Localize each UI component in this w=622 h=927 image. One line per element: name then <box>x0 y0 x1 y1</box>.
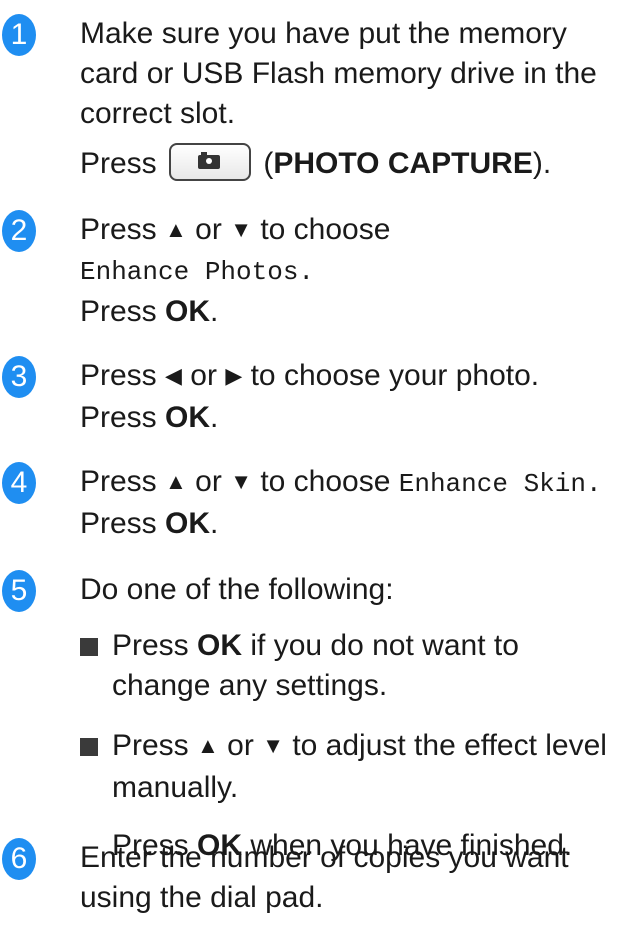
step-number-badge: 6 <box>2 838 36 880</box>
bullet-square-icon <box>80 638 98 656</box>
step-text-line: Press ▲ or ▼ to choose Enhance Skin. <box>80 462 616 504</box>
down-arrow-icon: ▼ <box>230 469 252 494</box>
step-text-line: card or USB Flash memory drive in the <box>80 57 597 90</box>
up-arrow-icon: ▲ <box>165 469 187 494</box>
camera-icon <box>198 152 221 170</box>
or-word: or <box>195 465 222 498</box>
step-number-badge: 4 <box>2 462 36 504</box>
bullet-line: change any settings. <box>112 669 388 702</box>
press-word: Press <box>112 629 189 662</box>
step-text-line: Enter the number of copies you want <box>80 841 569 874</box>
bullet-item: Press OK if you do not want to change an… <box>80 626 616 706</box>
or-word: or <box>195 213 222 246</box>
left-arrow-icon: ◀ <box>165 363 182 388</box>
press-photo-capture-line: Press (PHOTO CAPTURE). <box>80 143 616 184</box>
step-number-badge: 1 <box>2 14 36 56</box>
choose-text: to choose your photo. <box>250 359 540 392</box>
press-ok-line: Press OK. <box>80 295 219 328</box>
down-arrow-icon: ▼ <box>230 217 252 242</box>
bullet-text: to adjust the effect level <box>292 729 607 762</box>
choose-text: to choose <box>260 213 391 246</box>
up-arrow-icon: ▲ <box>165 217 187 242</box>
bullet-line: Press OK if you do not want to <box>112 626 616 666</box>
step-text-line: Press ▲ or ▼ to choose <box>80 210 616 252</box>
up-arrow-icon: ▲ <box>197 733 219 758</box>
bullet-text: if you do not want to <box>250 629 519 662</box>
step-body: Press ◀ or ▶ to choose your photo. Press… <box>80 356 616 438</box>
step-number-badge: 2 <box>2 210 36 252</box>
step-body: Press ▲ or ▼ to choose Enhance Skin. Pre… <box>80 462 616 544</box>
step-body: Enter the number of copies you want usin… <box>80 838 616 918</box>
bullet-line: Press ▲ or ▼ to adjust the effect level <box>112 726 616 768</box>
right-arrow-icon: ▶ <box>225 363 243 388</box>
menu-item-enhance-photos: Enhance Photos. <box>80 257 315 287</box>
step-intro-text: Do one of the following: <box>80 573 394 606</box>
or-word: or <box>190 359 217 392</box>
step-body: Do one of the following: Press OK if you… <box>80 570 616 866</box>
step-body: Press ▲ or ▼ to choose Enhance Photos. P… <box>80 210 616 332</box>
step-text-line: Make sure you have put the memory <box>80 17 567 50</box>
or-word: or <box>227 729 254 762</box>
press-word: Press <box>80 147 157 180</box>
press-word: Press <box>112 729 189 762</box>
step-text-line: correct slot. <box>80 97 236 130</box>
bullet-square-icon <box>80 738 98 756</box>
press-word: Press <box>80 295 157 328</box>
press-word: Press <box>80 359 157 392</box>
ok-button-label: OK <box>165 401 211 434</box>
menu-item-enhance-skin: Enhance Skin. <box>398 469 602 499</box>
press-ok-line: Press OK. <box>80 401 219 434</box>
press-word: Press <box>80 213 157 246</box>
press-ok-line: Press OK. <box>80 507 219 540</box>
photo-capture-button[interactable] <box>169 143 252 182</box>
press-word: Press <box>80 401 157 434</box>
ok-button-label: OK <box>165 507 211 540</box>
choose-text: to choose <box>260 465 391 498</box>
step-number-badge: 3 <box>2 356 36 398</box>
photo-capture-label: PHOTO CAPTURE <box>273 147 533 180</box>
ok-button-label: OK <box>165 295 211 328</box>
press-word: Press <box>80 465 157 498</box>
bullet-line: manually. <box>112 771 239 804</box>
step-body: Make sure you have put the memory card o… <box>80 14 616 184</box>
step-text-line: Press ◀ or ▶ to choose your photo. <box>80 356 616 398</box>
down-arrow-icon: ▼ <box>262 733 284 758</box>
press-word: Press <box>80 507 157 540</box>
ok-button-label: OK <box>197 629 243 662</box>
step-text-line: using the dial pad. <box>80 881 324 914</box>
step-number-badge: 5 <box>2 570 36 612</box>
